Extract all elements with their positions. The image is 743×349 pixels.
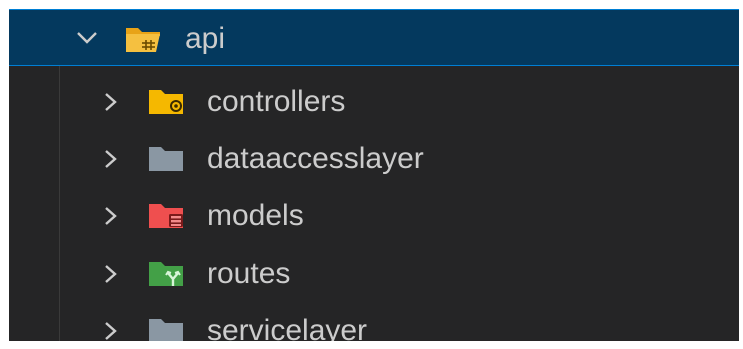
folder-icon (147, 144, 187, 174)
file-explorer-tree: api controllers dataaccesslayer models r… (9, 9, 739, 341)
folder-routes-icon (147, 259, 187, 289)
chevron-right-icon[interactable] (101, 302, 123, 341)
tree-item-models[interactable]: models (9, 187, 739, 244)
chevron-down-icon[interactable] (75, 10, 97, 67)
tree-item-routes[interactable]: routes (9, 245, 739, 302)
folder-models-icon (147, 201, 187, 231)
chevron-right-icon[interactable] (101, 245, 123, 302)
folder-icon (147, 316, 187, 341)
tree-item-servicelayer[interactable]: servicelayer (9, 302, 739, 341)
tree-item-label: servicelayer (207, 314, 368, 341)
folder-controllers-icon (147, 87, 187, 117)
tree-item-dataaccesslayer[interactable]: dataaccesslayer (9, 130, 739, 187)
tree-item-label: models (207, 199, 304, 232)
folder-api-open-icon (124, 24, 164, 54)
tree-item-controllers[interactable]: controllers (9, 73, 739, 130)
chevron-right-icon[interactable] (101, 187, 123, 244)
chevron-right-icon[interactable] (101, 130, 123, 187)
tree-item-api[interactable]: api (9, 9, 739, 66)
tree-item-label: routes (207, 257, 291, 290)
tree-item-label: api (185, 22, 226, 55)
tree-item-label: dataaccesslayer (207, 142, 424, 175)
chevron-right-icon[interactable] (101, 73, 123, 130)
tree-item-label: controllers (207, 85, 346, 118)
